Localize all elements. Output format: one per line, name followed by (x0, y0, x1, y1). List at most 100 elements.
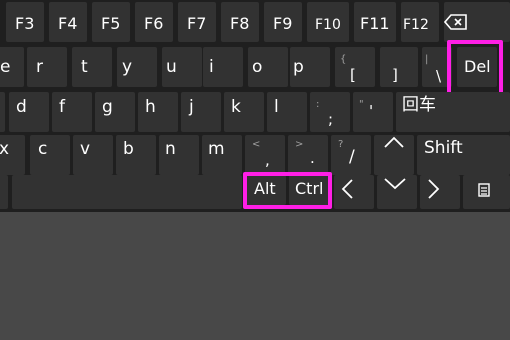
key-label: F5 (101, 14, 121, 33)
key-f3[interactable]: F3 (6, 2, 44, 42)
key-l[interactable]: l (267, 92, 307, 132)
key-bracket-right[interactable]: ] (380, 47, 418, 87)
key-label: i (209, 57, 214, 77)
key-arrow-up[interactable] (374, 135, 414, 175)
key-label: d (16, 97, 27, 117)
key-space[interactable] (12, 175, 242, 209)
key-label: F8 (230, 14, 250, 33)
key-b[interactable]: b (116, 135, 156, 175)
key-label: F9 (273, 14, 293, 33)
key-label: c (38, 139, 48, 159)
backspace-icon (444, 14, 467, 30)
key-e[interactable]: e (0, 47, 24, 87)
key-bracket-left[interactable]: { [ (335, 47, 375, 87)
key-label: x (0, 139, 10, 159)
key-alt-label: : (316, 99, 320, 110)
key-label: t (81, 57, 88, 77)
key-alt-label: { (340, 54, 347, 65)
key-label: , (265, 151, 270, 169)
key-label: 回车 (402, 95, 436, 115)
key-arrow-right[interactable] (420, 175, 460, 209)
key-arrow-left[interactable] (334, 175, 374, 209)
key-label: o (252, 57, 263, 77)
on-screen-keyboard: F3 F4 F5 F6 F7 F8 F9 F10 F11 F12 e r t y… (0, 0, 510, 212)
key-i[interactable]: i (203, 47, 243, 87)
key-label: F3 (15, 14, 35, 33)
key-f6[interactable]: F6 (135, 2, 173, 42)
key-r[interactable]: r (27, 47, 67, 87)
key-h[interactable]: h (138, 92, 178, 132)
key-label: ' (369, 102, 374, 120)
key-t[interactable]: t (72, 47, 112, 87)
key-f10[interactable]: F10 (307, 2, 349, 42)
key-left-edge[interactable] (0, 175, 8, 209)
key-n[interactable]: n (159, 135, 199, 175)
key-label: F11 (360, 14, 390, 33)
key-label: u (166, 57, 177, 77)
key-f4[interactable]: F4 (49, 2, 87, 42)
right-arrow-icon (428, 179, 440, 199)
key-label: F6 (144, 14, 164, 33)
key-v[interactable]: v (73, 135, 113, 175)
down-arrow-icon (384, 178, 406, 190)
key-alt-label: " (359, 99, 364, 110)
key-label: r (36, 57, 43, 77)
key-f9[interactable]: F9 (264, 2, 302, 42)
key-c[interactable]: c (30, 135, 70, 175)
key-label: \ (436, 67, 442, 85)
key-s[interactable] (0, 92, 5, 132)
key-alt-label: > (295, 139, 304, 150)
key-label: l (274, 97, 279, 117)
key-label: e (0, 57, 11, 77)
key-f5[interactable]: F5 (92, 2, 130, 42)
key-f7[interactable]: F7 (178, 2, 216, 42)
key-label: j (189, 97, 194, 117)
key-x[interactable]: x (0, 135, 25, 175)
key-y[interactable]: y (117, 47, 157, 87)
key-g[interactable]: g (95, 92, 135, 132)
key-label: F12 (403, 17, 429, 33)
key-shift[interactable]: Shift (417, 135, 510, 175)
key-label: F10 (315, 17, 341, 33)
key-label: v (80, 139, 91, 159)
key-comma[interactable]: < , (245, 135, 285, 175)
key-f8[interactable]: F8 (221, 2, 259, 42)
key-m[interactable]: m (202, 135, 242, 175)
key-p[interactable]: p (290, 47, 330, 87)
key-f[interactable]: f (52, 92, 92, 132)
key-label: p (293, 57, 304, 77)
key-label: / (349, 147, 355, 167)
background-area (0, 212, 510, 340)
left-arrow-icon (341, 179, 353, 199)
key-label: [ (350, 66, 356, 84)
key-semicolon[interactable]: : ; (310, 92, 350, 132)
key-j[interactable]: j (181, 92, 221, 132)
key-quote[interactable]: " ' (353, 92, 393, 132)
key-backspace[interactable] (444, 2, 510, 42)
key-label: ] (392, 66, 398, 84)
key-label: m (208, 139, 225, 159)
key-u[interactable]: u (162, 47, 202, 87)
key-label: ; (328, 110, 334, 128)
key-d[interactable]: d (9, 92, 49, 132)
key-f11[interactable]: F11 (354, 2, 396, 42)
key-label: y (122, 57, 133, 77)
key-label: b (123, 139, 134, 159)
key-alt-label: ? (338, 139, 344, 150)
key-alt-label: | (425, 54, 429, 65)
key-arrow-down[interactable] (377, 175, 417, 209)
key-f12[interactable]: F12 (401, 2, 439, 42)
key-k[interactable]: k (224, 92, 264, 132)
key-menu[interactable] (463, 175, 510, 209)
key-label: k (231, 97, 241, 117)
key-label: f (59, 97, 65, 117)
key-period[interactable]: > . (288, 135, 328, 175)
up-arrow-icon (384, 136, 404, 148)
key-label: . (310, 149, 315, 167)
key-label: h (145, 97, 156, 117)
key-label: F7 (187, 14, 207, 33)
key-label: n (165, 139, 176, 159)
key-slash[interactable]: ? / (331, 135, 371, 175)
key-enter[interactable]: 回车 (396, 92, 510, 132)
key-o[interactable]: o (248, 47, 288, 87)
